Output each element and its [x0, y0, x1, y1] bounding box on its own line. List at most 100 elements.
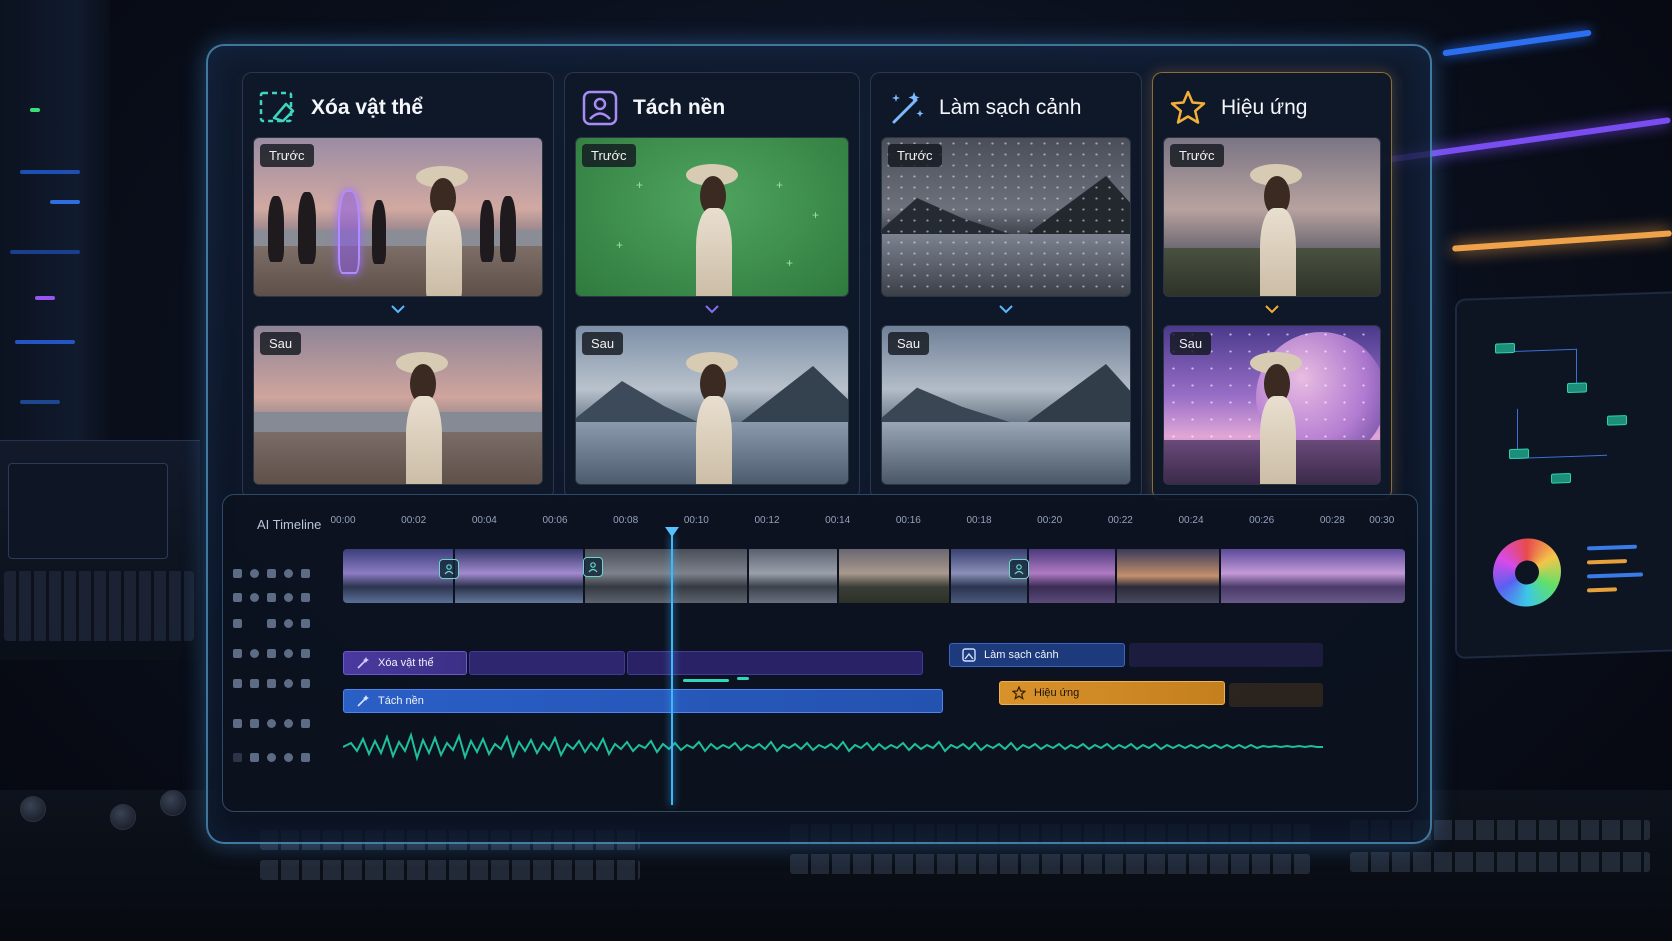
chevron-down-icon — [705, 305, 719, 314]
video-clip[interactable] — [585, 549, 747, 603]
volume-icon[interactable] — [267, 752, 276, 762]
lock-icon[interactable] — [267, 648, 276, 658]
feature-card-scene-cleanup[interactable]: Làm sạch cảnh Trước Sau — [870, 72, 1142, 500]
magic-wand-icon — [357, 695, 369, 707]
person-detect-icon[interactable] — [1009, 559, 1029, 579]
fx-icon[interactable] — [301, 592, 310, 602]
fx-icon[interactable] — [301, 648, 310, 658]
playhead-handle[interactable] — [664, 527, 679, 537]
video-clip[interactable] — [455, 549, 583, 603]
marker — [683, 679, 729, 682]
side-console — [0, 440, 200, 660]
link-icon[interactable] — [250, 648, 259, 658]
video-clip[interactable] — [749, 549, 837, 603]
fx-icon[interactable] — [301, 618, 310, 628]
fx-icon[interactable] — [301, 718, 310, 728]
keyboard — [4, 571, 194, 641]
node-editor-monitor — [1455, 290, 1672, 660]
camera-icon[interactable] — [233, 752, 242, 762]
lock-icon[interactable] — [267, 592, 276, 602]
before-label: Trước — [260, 144, 314, 167]
lock-icon[interactable] — [267, 678, 276, 688]
tick-label: 00:10 — [683, 515, 709, 526]
track-control-row[interactable] — [233, 673, 310, 693]
clip-object-removal[interactable]: Xóa vật thể — [343, 651, 467, 675]
camera-icon[interactable] — [233, 648, 242, 658]
lock-icon[interactable] — [267, 618, 276, 628]
track-control-row[interactable] — [233, 563, 310, 583]
ai-timeline[interactable]: AI Timeline 00:00 00:02 00:04 00:06 00:0… — [222, 494, 1418, 812]
video-clip[interactable] — [1221, 549, 1405, 603]
track-control-row[interactable] — [233, 613, 310, 633]
clip-label: Hiệu ứng — [1034, 687, 1080, 699]
fx-icon[interactable] — [301, 752, 310, 762]
audio-ghost-clip[interactable] — [1129, 643, 1323, 667]
feature-card-background-removal[interactable]: Tách nền + + + + + Trước Sau — [564, 72, 860, 500]
tick-label: 00:16 — [895, 515, 921, 526]
volume-icon[interactable] — [284, 568, 293, 578]
camera-icon[interactable] — [233, 592, 242, 602]
after-label: Sau — [1170, 332, 1212, 355]
server-rack-left — [0, 0, 110, 440]
volume-icon[interactable] — [284, 592, 293, 602]
lock-icon[interactable] — [250, 678, 259, 688]
clip-effects[interactable]: Hiệu ứng — [999, 681, 1225, 705]
volume-icon[interactable] — [284, 718, 293, 728]
camera-icon[interactable] — [233, 618, 242, 628]
tick-label: 00:02 — [401, 515, 427, 526]
person-detect-icon[interactable] — [583, 557, 603, 577]
volume-icon[interactable] — [284, 648, 293, 658]
fx-icon[interactable] — [301, 678, 310, 688]
playhead[interactable] — [670, 535, 673, 805]
camera-icon[interactable] — [233, 718, 242, 728]
clip-segment[interactable] — [1229, 683, 1323, 707]
camera-icon[interactable] — [233, 568, 242, 578]
clip-label: Xóa vật thể — [378, 657, 434, 669]
tracks[interactable]: Xóa vật thể Làm sạch cảnh Tách nền Hiệu … — [343, 543, 1405, 797]
track-control-row[interactable] — [233, 713, 310, 733]
clip-label: Tách nền — [378, 695, 424, 707]
track-control-row[interactable] — [233, 587, 310, 607]
feature-card-object-removal[interactable]: Xóa vật thể Trước Sau — [242, 72, 554, 500]
film-icon[interactable] — [250, 752, 259, 762]
time-ruler[interactable]: 00:00 00:02 00:04 00:06 00:08 00:10 00:1… — [330, 515, 1403, 535]
before-image: Trước — [1163, 137, 1381, 297]
video-clip[interactable] — [1029, 549, 1115, 603]
star-icon — [1012, 686, 1026, 700]
person-portrait-icon — [579, 87, 621, 129]
link-icon[interactable] — [250, 568, 259, 578]
lock-icon[interactable] — [267, 568, 276, 578]
clip-segment[interactable] — [469, 651, 625, 675]
video-clip[interactable] — [1117, 549, 1219, 603]
star-icon — [1167, 87, 1209, 129]
feature-card-effects[interactable]: Hiệu ứng Trước Sau — [1152, 72, 1392, 500]
video-track[interactable] — [343, 549, 1405, 603]
after-image: Sau — [575, 325, 849, 485]
video-clip[interactable] — [343, 549, 453, 603]
track-control-row[interactable] — [233, 747, 310, 767]
track-control-row[interactable] — [233, 643, 310, 663]
eye-icon[interactable] — [284, 618, 293, 628]
audio-waveform[interactable] — [343, 729, 1323, 765]
eye-icon[interactable] — [284, 678, 293, 688]
fx-icon[interactable] — [301, 568, 310, 578]
after-image: Sau — [1163, 325, 1381, 485]
clip-label: Làm sạch cảnh — [984, 649, 1059, 661]
before-image: Trước — [881, 137, 1131, 297]
tick-label: 00:20 — [1037, 515, 1063, 526]
link-icon[interactable] — [250, 592, 259, 602]
chevron-down-icon — [391, 305, 405, 314]
camera-icon[interactable] — [233, 678, 242, 688]
eye-icon[interactable] — [267, 718, 276, 728]
volume-icon[interactable] — [284, 752, 293, 762]
tick-label: 00:28 — [1319, 515, 1345, 526]
clip-background-removal[interactable]: Tách nền — [343, 689, 943, 713]
light-stripe — [1452, 230, 1672, 252]
card-title: Tách nền — [633, 96, 726, 119]
film-icon[interactable] — [250, 718, 259, 728]
person-detect-icon[interactable] — [439, 559, 459, 579]
side-screen — [8, 463, 168, 559]
clip-scene-cleanup[interactable]: Làm sạch cảnh — [949, 643, 1125, 667]
after-label: Sau — [260, 332, 302, 355]
video-clip[interactable] — [839, 549, 949, 603]
